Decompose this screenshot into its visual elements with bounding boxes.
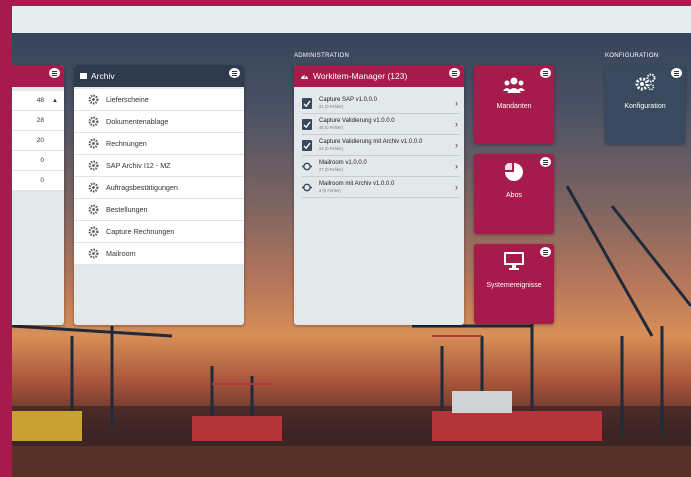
gear-icon xyxy=(88,160,99,171)
archiv-list-item[interactable]: Lieferscheine xyxy=(74,89,244,111)
count-row[interactable]: 28 xyxy=(12,111,64,131)
archiv-item-label: Dokumentenablage xyxy=(106,117,169,126)
gear-icon xyxy=(88,226,99,237)
gear-icon xyxy=(88,182,99,193)
count-row[interactable]: 0 xyxy=(12,151,64,171)
archiv-item-label: Mailroom xyxy=(106,249,136,258)
workitem-item-count: 21 (0 Fehler) xyxy=(319,104,343,109)
workitem-item-count: 27 (0 Fehler) xyxy=(319,167,343,172)
chevron-right-icon[interactable]: › xyxy=(455,161,458,171)
workitem-list-item[interactable]: Capture Validierung v1.0.0.0 48 (0 Fehler… xyxy=(302,114,460,135)
count-row[interactable]: 0 xyxy=(12,171,64,191)
left-panel-menu-button[interactable] xyxy=(49,68,60,78)
archiv-list-item[interactable]: Auftragsbestätigungen xyxy=(74,177,244,199)
workitem-item-count: 48 (0 Fehler) xyxy=(319,125,343,130)
workitem-item-count: 24 (0 Fehler) xyxy=(319,146,343,151)
chevron-right-icon[interactable]: › xyxy=(455,140,458,150)
left-panel-header xyxy=(12,65,64,87)
archiv-menu-button[interactable] xyxy=(229,68,240,78)
chevron-right-icon[interactable]: › xyxy=(455,98,458,108)
check-icon xyxy=(302,139,312,151)
workitem-item-title: Capture Validierung v1.0.0.0 xyxy=(319,118,395,124)
count-row[interactable]: 48 ▲ xyxy=(12,91,64,111)
workitem-title: Workitem-Manager (123) xyxy=(313,71,408,81)
archive-box-icon xyxy=(80,73,87,79)
left-counts-panel: 48 ▲ 28 20 0 0 xyxy=(12,65,64,325)
archiv-item-label: Auftragsbestätigungen xyxy=(106,183,178,192)
archiv-list-item[interactable]: Capture Rechnungen xyxy=(74,221,244,243)
archiv-list-item[interactable]: Dokumentenablage xyxy=(74,111,244,133)
dashboard-background: ADMINISTRATION KONFIGURATION 48 ▲ 28 20 0… xyxy=(12,6,691,477)
count-row[interactable]: 20 xyxy=(12,131,64,151)
workitem-list-item[interactable]: Capture SAP v1.0.0.0 21 (0 Fehler) › xyxy=(302,93,460,114)
workitem-item-title: Capture SAP v1.0.0.0 xyxy=(319,97,377,103)
dashboard-gauge-icon xyxy=(301,74,308,79)
gear-icon xyxy=(88,204,99,215)
mandanten-tile[interactable]: Mandanten xyxy=(474,65,554,144)
mandanten-menu-button[interactable] xyxy=(540,68,551,78)
archiv-item-label: Capture Rechnungen xyxy=(106,227,175,236)
workitem-menu-button[interactable] xyxy=(449,68,460,78)
check-icon xyxy=(302,97,312,109)
sort-up-icon[interactable]: ▲ xyxy=(52,98,58,104)
archiv-item-label: Rechnungen xyxy=(106,139,147,148)
gears-icon xyxy=(635,73,656,91)
gear-icon xyxy=(88,248,99,259)
top-bar xyxy=(12,6,691,33)
workitem-manager-panel: Workitem-Manager (123) Capture SAP v1.0.… xyxy=(294,65,464,325)
chevron-right-icon[interactable]: › xyxy=(455,182,458,192)
workitem-item-title: Capture Validierung mit Archiv v1.0.0.0 xyxy=(319,139,423,145)
workitem-list-item[interactable]: Capture Validierung mit Archiv v1.0.0.0 2… xyxy=(302,135,460,156)
konfiguration-label: Konfiguration xyxy=(624,103,666,110)
archiv-list-item[interactable]: Mailroom xyxy=(74,243,244,265)
workitem-list-item[interactable]: Mailroom mit Archiv v1.0.0.0 3 (0 Fehler)… xyxy=(302,177,460,198)
section-label-administration: ADMINISTRATION xyxy=(294,53,350,59)
mandanten-label: Mandanten xyxy=(496,103,532,110)
archiv-item-label: Bestellungen xyxy=(106,205,148,214)
section-label-configuration: KONFIGURATION xyxy=(605,53,659,59)
workitem-item-title: Mailroom v1.0.0.0 xyxy=(319,160,367,166)
chevron-right-icon[interactable]: › xyxy=(455,119,458,129)
route-icon xyxy=(302,183,312,191)
abos-label: Abos xyxy=(506,192,522,199)
check-icon xyxy=(302,118,312,130)
konfiguration-tile[interactable]: Konfiguration xyxy=(605,65,685,144)
workitem-item-count: 3 (0 Fehler) xyxy=(319,188,341,193)
archiv-panel-header: Archiv xyxy=(74,65,244,87)
archiv-title: Archiv xyxy=(91,71,115,81)
users-icon xyxy=(503,77,525,93)
archiv-panel: Archiv Lieferscheine Dokumentenablage Rech… xyxy=(74,65,244,325)
workitem-panel-header: Workitem-Manager (123) xyxy=(294,65,464,87)
abos-tile[interactable]: Abos xyxy=(474,154,554,234)
pie-chart-icon xyxy=(505,163,523,181)
konfiguration-menu-button[interactable] xyxy=(671,68,682,78)
gear-icon xyxy=(88,94,99,105)
systemereignisse-tile[interactable]: Systemereignisse xyxy=(474,244,554,324)
archiv-item-label: SAP Archiv I12 - MZ xyxy=(106,161,171,170)
systemereignisse-menu-button[interactable] xyxy=(540,247,551,257)
workitem-list-item[interactable]: Mailroom v1.0.0.0 27 (0 Fehler) › xyxy=(302,156,460,177)
gear-icon xyxy=(88,138,99,149)
archiv-list-item[interactable]: Bestellungen xyxy=(74,199,244,221)
systemereignisse-label: Systemereignisse xyxy=(486,282,542,289)
abos-menu-button[interactable] xyxy=(540,157,551,167)
gear-icon xyxy=(88,116,99,127)
monitor-icon xyxy=(504,252,524,270)
archiv-item-label: Lieferscheine xyxy=(106,95,149,104)
archiv-list-item[interactable]: Rechnungen xyxy=(74,133,244,155)
archiv-list-item[interactable]: SAP Archiv I12 - MZ xyxy=(74,155,244,177)
workitem-item-title: Mailroom mit Archiv v1.0.0.0 xyxy=(319,181,395,187)
route-icon xyxy=(302,162,312,170)
